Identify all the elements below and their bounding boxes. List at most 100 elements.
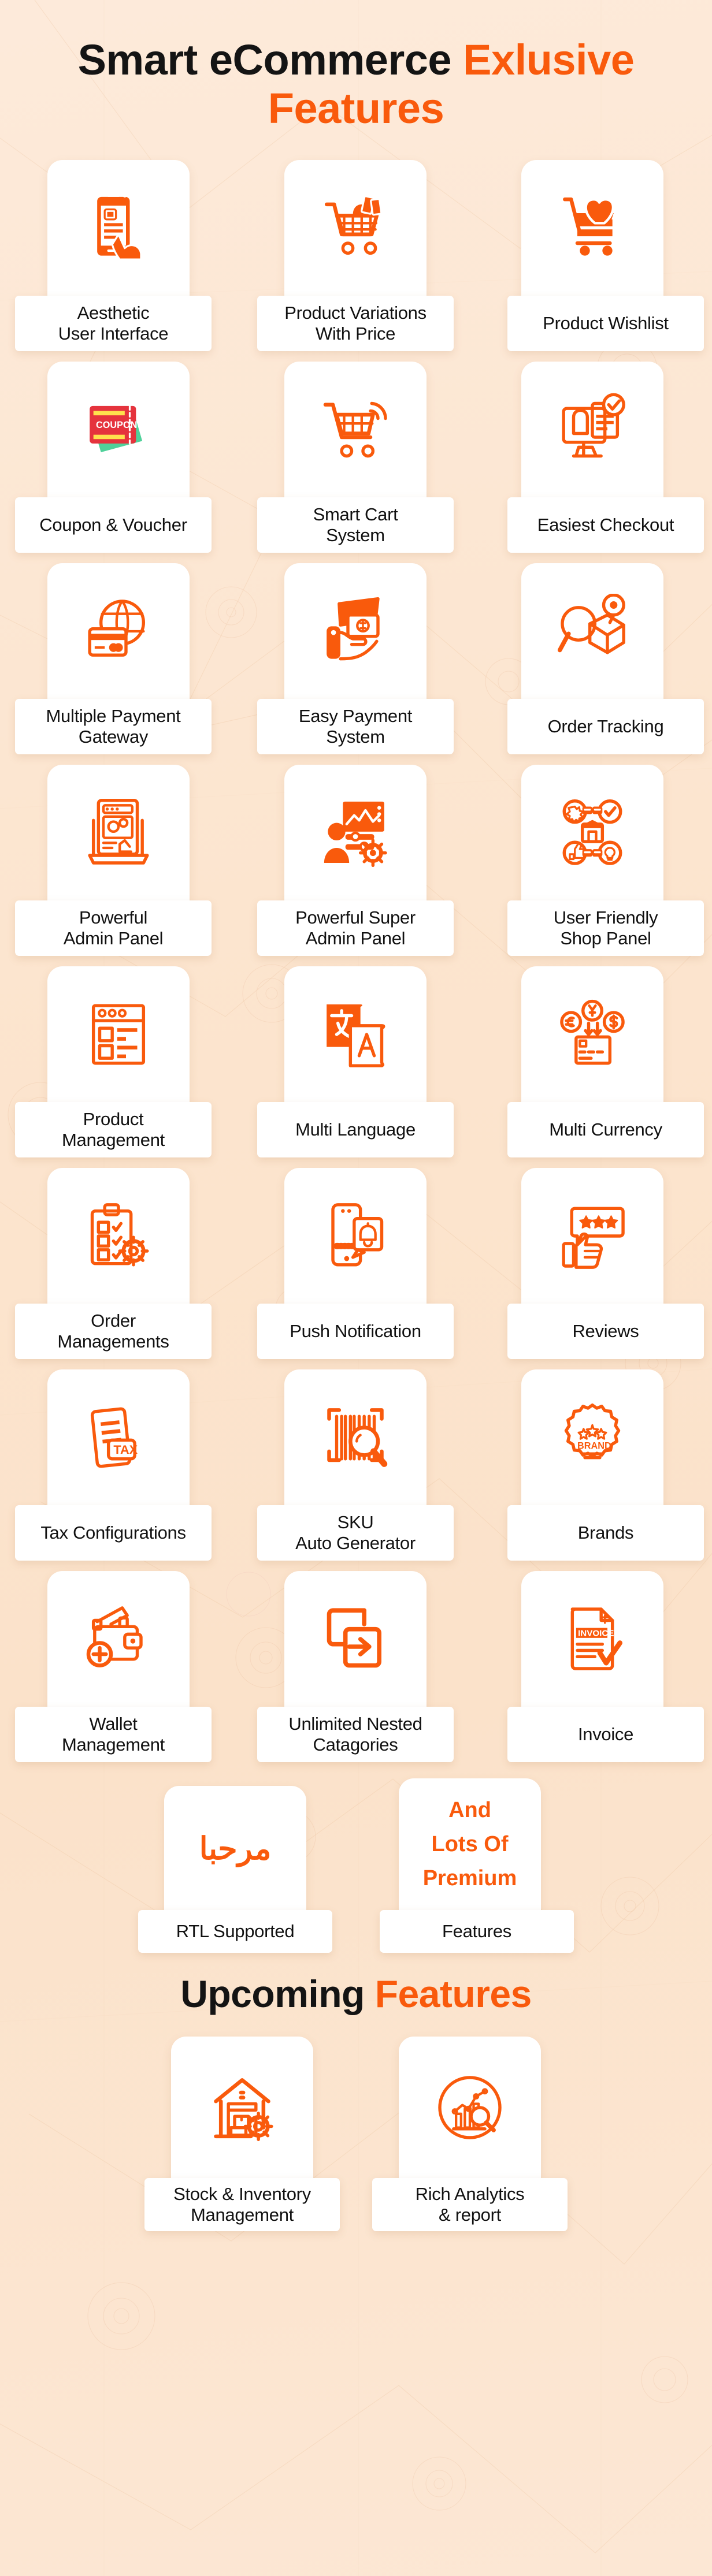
arabic-rtl-text-glyph: مرحبا — [199, 1831, 272, 1866]
premium-features-card[interactable]: And Lots Of Premium Features — [366, 1778, 574, 1953]
globe-credit-card-icon — [81, 594, 156, 669]
feature-card-icon-tile[interactable] — [521, 563, 663, 705]
feature-row: Powerful Admin Panel Powerful Super Admin… — [0, 764, 712, 956]
feature-card-icon-tile[interactable] — [284, 1570, 427, 1713]
feature-card[interactable]: Reviews — [474, 1167, 711, 1359]
feature-card[interactable]: Powerful Super Admin Panel — [237, 764, 474, 956]
feature-card-label: Powerful Super Admin Panel — [295, 907, 416, 948]
feature-card-icon-tile[interactable] — [521, 966, 663, 1108]
thumbs-up-stars-icon — [555, 1198, 630, 1274]
promo-card-tile[interactable]: And Lots Of Premium — [399, 1778, 541, 1916]
feature-card-icon-tile[interactable] — [284, 563, 427, 705]
feature-card-label-plate: Order Managements — [15, 1303, 212, 1359]
svg-text:BRAND: BRAND — [577, 1441, 611, 1451]
feature-card[interactable]: Unlimited Nested Catagories — [237, 1570, 474, 1762]
feature-card[interactable]: Multiple Payment Gateway — [0, 563, 237, 754]
feature-card-icon-tile[interactable] — [47, 764, 190, 906]
page-title-plain: Smart eCommerce — [77, 36, 463, 84]
feature-card-icon-tile[interactable] — [284, 966, 427, 1108]
feature-card[interactable]: Easy Payment System — [237, 563, 474, 754]
upcoming-feature-card[interactable]: Rich Analytics & report — [372, 2036, 568, 2231]
feature-card[interactable]: Powerful Admin Panel — [0, 764, 237, 956]
feature-card-icon-tile[interactable] — [284, 1369, 427, 1511]
promo-card-tile[interactable]: مرحبا — [164, 1785, 306, 1916]
upcoming-features-row: Stock & Inventory Management Rich Analyti… — [0, 2036, 712, 2272]
cart-heart-icon — [555, 191, 630, 266]
promo-card-label: Features — [442, 1920, 511, 1941]
mobile-tap-icon — [81, 191, 156, 266]
monitor-checkout-check-icon — [555, 392, 630, 467]
wallet-plus-icon — [81, 1602, 156, 1677]
feature-card-label-plate: Product Wishlist — [507, 295, 704, 351]
smart-cart-wifi-icon — [318, 392, 393, 467]
barcode-scan-magnifier-icon — [318, 1400, 393, 1475]
feature-card-label: Reviews — [572, 1321, 639, 1342]
feature-card-label-plate: Brands — [507, 1505, 704, 1561]
multi-currency-coins-icon — [555, 997, 630, 1072]
feature-card-label-plate: Easy Payment System — [257, 698, 454, 754]
feature-card-label: User Friendly Shop Panel — [553, 907, 658, 948]
feature-card-icon-tile[interactable]: INVOICE — [521, 1570, 663, 1713]
feature-card-icon-tile[interactable] — [47, 1570, 190, 1713]
feature-card[interactable]: COUPON Coupon & Voucher — [0, 361, 237, 553]
feature-card-icon-tile[interactable] — [47, 1167, 190, 1309]
feature-card-label-plate: Powerful Admin Panel — [15, 900, 212, 956]
feature-card[interactable]: User Friendly Shop Panel — [474, 764, 711, 956]
feature-card[interactable]: Easiest Checkout — [474, 361, 711, 553]
feature-card-label-plate: User Friendly Shop Panel — [507, 900, 704, 956]
feature-card[interactable]: Push Notification — [237, 1167, 474, 1359]
feature-card[interactable]: Aesthetic User Interface — [0, 159, 237, 351]
feature-card-icon-tile[interactable] — [47, 966, 190, 1108]
feature-card-label: Wallet Management — [62, 1714, 165, 1755]
feature-card[interactable]: Product Variations With Price — [237, 159, 474, 351]
feature-card[interactable]: Order Managements — [0, 1167, 237, 1359]
upcoming-feature-card[interactable]: Stock & Inventory Management — [144, 2036, 340, 2231]
feature-card[interactable]: TAX Tax Configurations — [0, 1369, 237, 1561]
feature-card-icon-tile[interactable] — [284, 159, 427, 301]
feature-card-label-plate: Powerful Super Admin Panel — [257, 900, 454, 956]
feature-card-icon-tile[interactable] — [521, 159, 663, 301]
feature-card-icon-tile[interactable] — [171, 2036, 313, 2184]
feature-card-icon-tile[interactable]: BRAND — [521, 1369, 663, 1511]
feature-card-label-plate: Wallet Management — [15, 1706, 212, 1762]
svg-text:TAX: TAX — [113, 1442, 138, 1457]
feature-card-label-plate: Multi Language — [257, 1101, 454, 1157]
feature-card-icon-tile[interactable] — [521, 361, 663, 503]
feature-card[interactable]: Multi Currency — [474, 966, 711, 1157]
upcoming-title-plain: Upcoming — [180, 1972, 375, 2015]
feature-row: COUPON Coupon & Voucher Smart Cart System E… — [0, 361, 712, 553]
feature-card[interactable]: Product Management — [0, 966, 237, 1157]
upcoming-title-accent: Features — [374, 1972, 532, 2015]
feature-card[interactable]: INVOICE Invoice — [474, 1570, 711, 1762]
warehouse-gear-icon — [205, 2070, 280, 2145]
feature-card-icon-tile[interactable]: TAX — [47, 1369, 190, 1511]
feature-card-label-plate: Smart Cart System — [257, 497, 454, 553]
feature-card[interactable]: Smart Cart System — [237, 361, 474, 553]
feature-card-icon-tile[interactable] — [284, 764, 427, 906]
feature-card-label-plate: Unlimited Nested Catagories — [257, 1706, 454, 1762]
hand-money-wallet-icon — [318, 594, 393, 669]
feature-card[interactable]: Order Tracking — [474, 563, 711, 754]
feature-card-icon-tile[interactable] — [47, 159, 190, 301]
feature-card-label-plate: Stock & Inventory Management — [144, 2177, 340, 2231]
feature-card-label: Rich Analytics & report — [415, 2184, 525, 2225]
invoice-check-icon: INVOICE — [555, 1602, 630, 1677]
feature-card[interactable]: Multi Language — [237, 966, 474, 1157]
svg-text:COUPON: COUPON — [96, 420, 137, 430]
feature-card-icon-tile[interactable] — [284, 361, 427, 503]
feature-card-label: Stock & Inventory Management — [173, 2184, 311, 2225]
feature-row: TAX Tax Configurations SKU Auto Generator B… — [0, 1369, 712, 1561]
feature-card-icon-tile[interactable] — [521, 1167, 663, 1309]
feature-card-icon-tile[interactable] — [47, 563, 190, 705]
feature-card-label: Push Notification — [290, 1321, 421, 1342]
feature-card[interactable]: BRAND Brands — [474, 1369, 711, 1561]
feature-card[interactable]: SKU Auto Generator — [237, 1369, 474, 1561]
feature-card-icon-tile[interactable] — [284, 1167, 427, 1309]
feature-card-icon-tile[interactable] — [399, 2036, 541, 2184]
feature-card-label-plate: Easiest Checkout — [507, 497, 704, 553]
feature-card-icon-tile[interactable]: COUPON — [47, 361, 190, 503]
feature-card[interactable]: Wallet Management — [0, 1570, 237, 1762]
rtl-support-card[interactable]: مرحبا RTL Supported — [138, 1785, 332, 1953]
feature-card-icon-tile[interactable] — [521, 764, 663, 906]
feature-card[interactable]: Product Wishlist — [474, 159, 711, 351]
